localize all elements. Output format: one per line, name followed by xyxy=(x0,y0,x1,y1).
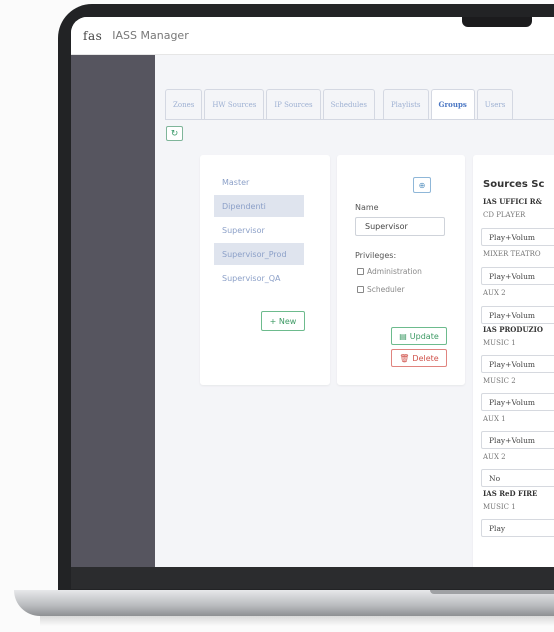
source-permission-select[interactable]: Play+Volum xyxy=(481,355,554,373)
tab-schedules[interactable]: Schedules xyxy=(322,89,375,119)
group-item-master[interactable]: Master xyxy=(214,171,304,193)
tab-groups[interactable]: Groups xyxy=(430,89,475,119)
sources-title: Sources Sc xyxy=(483,179,545,190)
tab-ip-sources[interactable]: IP Sources xyxy=(266,89,321,119)
laptop-shadow xyxy=(40,616,554,626)
source-permission-select[interactable]: Play+Volum xyxy=(481,393,554,411)
app-title: IASS Manager xyxy=(112,29,189,42)
laptop-screen: fas IASS Manager Zones HW Sources IP Sou… xyxy=(71,17,554,567)
name-label: Name xyxy=(355,203,379,212)
source-name: AUX 2 xyxy=(483,289,506,297)
groups-card: Master Dipendenti Supervisor Supervisor_… xyxy=(200,155,330,385)
tab-divider xyxy=(165,119,554,120)
tab-users[interactable]: Users xyxy=(476,89,514,119)
delete-button-label: Delete xyxy=(412,353,439,363)
privilege-administration-label: Administration xyxy=(367,267,422,276)
new-group-button[interactable]: + New xyxy=(261,311,305,331)
source-permission-select[interactable]: No xyxy=(481,469,554,487)
group-item-supervisor-qa[interactable]: Supervisor_QA xyxy=(214,267,304,289)
privilege-scheduler-checkbox[interactable]: Scheduler xyxy=(357,285,405,294)
source-name: CD PLAYER xyxy=(483,211,526,219)
source-permission-select[interactable]: Play xyxy=(481,519,554,537)
plus-circle-icon: ⊕ xyxy=(418,180,426,190)
tab-bar: Zones HW Sources IP Sources Schedules Pl… xyxy=(165,89,515,119)
laptop-scene: fas IASS Manager Zones HW Sources IP Sou… xyxy=(0,0,554,632)
main-panel: Zones HW Sources IP Sources Schedules Pl… xyxy=(155,55,554,567)
group-item-supervisor[interactable]: Supervisor xyxy=(214,219,304,241)
camera-notch xyxy=(462,17,532,27)
update-button[interactable]: ▤ Update xyxy=(391,327,447,345)
laptop-base-notch xyxy=(430,590,554,594)
group-item-supervisor-prod[interactable]: Supervisor_Prod xyxy=(214,243,304,265)
source-name: MUSIC 2 xyxy=(483,377,516,385)
privileges-label: Privileges: xyxy=(355,251,397,260)
update-button-label: Update xyxy=(409,331,439,341)
delete-button[interactable]: 🗑 Delete xyxy=(391,349,447,367)
source-name: MIXER TEATRO xyxy=(483,250,541,258)
name-input[interactable]: Supervisor xyxy=(355,217,445,236)
source-permission-select[interactable]: Play+Volum xyxy=(481,431,554,449)
sources-card: Sources Sc IAS UFFICI R& CD PLAYER Play+… xyxy=(473,155,554,567)
source-permission-select[interactable]: Play+Volum xyxy=(481,267,554,285)
add-button[interactable]: ⊕ xyxy=(413,177,431,193)
laptop-bezel xyxy=(71,567,554,589)
tab-hw-sources[interactable]: HW Sources xyxy=(204,89,265,119)
group-item-dipendenti[interactable]: Dipendenti xyxy=(214,195,304,217)
source-name: AUX 1 xyxy=(483,415,506,423)
checkbox-icon xyxy=(357,286,364,293)
app-background: Zones HW Sources IP Sources Schedules Pl… xyxy=(71,55,554,567)
refresh-icon: ↻ xyxy=(170,128,179,139)
source-permission-select[interactable]: Play+Volum xyxy=(481,306,554,324)
tab-zones[interactable]: Zones xyxy=(165,89,203,119)
tab-playlists[interactable]: Playlists xyxy=(382,89,429,119)
group-detail-card: ⊕ Name Supervisor Privileges: Administra… xyxy=(337,155,465,385)
privilege-administration-checkbox[interactable]: Administration xyxy=(357,267,422,276)
checkbox-icon xyxy=(357,268,364,275)
source-name: MUSIC 1 xyxy=(483,339,516,347)
refresh-button[interactable]: ↻ xyxy=(166,126,183,141)
source-group-title: IAS UFFICI R& xyxy=(483,197,542,206)
source-group-title: IAS ReD FIRE xyxy=(483,489,538,498)
trash-icon: 🗑 xyxy=(399,353,410,363)
app-logo: fas xyxy=(83,28,103,43)
source-group-title: IAS PRODUZIO xyxy=(483,325,544,334)
save-icon: ▤ xyxy=(399,331,407,341)
source-name: AUX 2 xyxy=(483,453,506,461)
source-permission-select[interactable]: Play+Volum xyxy=(481,228,554,246)
source-name: MUSIC 1 xyxy=(483,503,516,511)
privilege-scheduler-label: Scheduler xyxy=(367,285,405,294)
